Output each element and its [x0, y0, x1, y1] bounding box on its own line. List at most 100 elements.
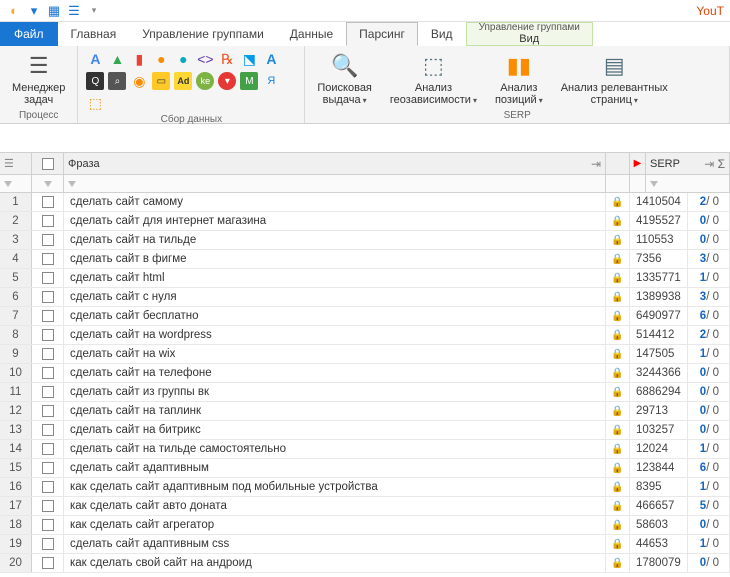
code-icon[interactable]: <>	[196, 50, 214, 68]
lock-header[interactable]	[606, 153, 630, 174]
dot1-icon[interactable]: ●	[152, 50, 170, 68]
table-row[interactable]: 10сделать сайт на телефоне🔒32443660 / 0	[0, 364, 730, 383]
row-checkbox-cell[interactable]	[32, 250, 64, 268]
circ-icon[interactable]: ◉	[130, 72, 148, 90]
table-row[interactable]: 1сделать сайт самому🔒14105042 / 0	[0, 193, 730, 212]
table-row[interactable]: 9сделать сайт на wix🔒1475051 / 0	[0, 345, 730, 364]
table-row[interactable]: 3сделать сайт на тильде🔒1105530 / 0	[0, 231, 730, 250]
row-checkbox[interactable]	[42, 538, 54, 550]
row-checkbox[interactable]	[42, 462, 54, 474]
tab-groups[interactable]: Управление группами	[129, 22, 277, 46]
table-row[interactable]: 12сделать сайт на таплинк🔒297130 / 0	[0, 402, 730, 421]
row-checkbox-cell[interactable]	[32, 326, 64, 344]
row-checkbox[interactable]	[42, 348, 54, 360]
table-icon[interactable]: ☰	[66, 3, 82, 19]
row-checkbox[interactable]	[42, 234, 54, 246]
dot2-icon[interactable]: ●	[174, 50, 192, 68]
table-row[interactable]: 20как сделать свой сайт на андроид🔒17800…	[0, 554, 730, 573]
phrase-cell[interactable]: сделать сайт с нуля	[64, 288, 606, 306]
row-checkbox[interactable]	[42, 310, 54, 322]
table-row[interactable]: 7сделать сайт бесплатно🔒64909776 / 0	[0, 307, 730, 326]
table-row[interactable]: 6сделать сайт с нуля🔒13899383 / 0	[0, 288, 730, 307]
task-manager-button[interactable]: ☰ Менеджер задач	[8, 50, 69, 108]
phrase-cell[interactable]: сделать сайт для интернет магазина	[64, 212, 606, 230]
row-checkbox[interactable]	[42, 481, 54, 493]
phrase-cell[interactable]: сделать сайт html	[64, 269, 606, 287]
table-row[interactable]: 19сделать сайт адаптивным css🔒446531 / 0	[0, 535, 730, 554]
pin-icon-2[interactable]: ⇥ Σ	[704, 157, 725, 171]
row-checkbox[interactable]	[42, 272, 54, 284]
context-tab-groups[interactable]: Управление группами Вид	[466, 22, 593, 46]
phrase-header[interactable]: Фраза ⇥	[64, 153, 606, 174]
google-ads-icon[interactable]: A	[86, 50, 104, 68]
sigma-icon[interactable]: Σ	[718, 157, 725, 171]
dropdown-icon[interactable]: ▾	[86, 3, 102, 19]
row-checkbox-cell[interactable]	[32, 307, 64, 325]
filter-phrase[interactable]	[64, 175, 606, 192]
ad-icon[interactable]: Ad	[174, 72, 192, 90]
row-checkbox-cell[interactable]	[32, 193, 64, 211]
phrase-cell[interactable]: как сделать сайт авто доната	[64, 497, 606, 515]
pin-icon[interactable]: ⇥	[591, 157, 601, 171]
phrase-cell[interactable]: сделать сайт адаптивным	[64, 459, 606, 477]
grid-icon[interactable]: ▦	[46, 3, 62, 19]
phrase-cell[interactable]: сделать сайт на wordpress	[64, 326, 606, 344]
row-checkbox-cell[interactable]	[32, 421, 64, 439]
filter-lock[interactable]	[606, 175, 630, 192]
q-icon[interactable]: Q	[86, 72, 104, 90]
phrase-cell[interactable]: как сделать сайт адаптивным под мобильны…	[64, 478, 606, 496]
chart-icon[interactable]: ⬔	[240, 50, 258, 68]
row-checkbox-cell[interactable]	[32, 459, 64, 477]
filter-yt[interactable]	[630, 175, 646, 192]
table-row[interactable]: 18как сделать сайт агрегатор🔒586030 / 0	[0, 516, 730, 535]
boxes-icon[interactable]: ⬚	[86, 94, 104, 112]
table-row[interactable]: 14сделать сайт на тильде самостоятельно🔒…	[0, 440, 730, 459]
serp-header[interactable]: SERP ⇥ Σ	[646, 153, 730, 174]
phrase-cell[interactable]: как сделать свой сайт на андроид	[64, 554, 606, 572]
youtube-header[interactable]: ▶	[630, 153, 646, 174]
phrase-cell[interactable]: как сделать сайт агрегатор	[64, 516, 606, 534]
mag-icon[interactable]: ⌕	[108, 72, 126, 90]
a2-icon[interactable]: A	[262, 50, 280, 68]
r-icon[interactable]: Я	[262, 72, 280, 90]
phrase-cell[interactable]: сделать сайт на тильде самостоятельно	[64, 440, 606, 458]
row-number-header[interactable]: ☰	[0, 153, 32, 174]
row-checkbox[interactable]	[42, 291, 54, 303]
ke-icon[interactable]: ke	[196, 72, 214, 90]
red-circ-icon[interactable]: ▾	[218, 72, 236, 90]
row-checkbox-cell[interactable]	[32, 345, 64, 363]
phrase-cell[interactable]: сделать сайт адаптивным css	[64, 535, 606, 553]
filter-checkbox[interactable]	[32, 175, 64, 192]
tab-view[interactable]: Вид	[418, 22, 466, 46]
phrase-cell[interactable]: сделать сайт самому	[64, 193, 606, 211]
relevance-analysis-button[interactable]: ▤ Анализ релевантных страниц	[557, 50, 672, 108]
phrase-cell[interactable]: сделать сайт на wix	[64, 345, 606, 363]
tab-main[interactable]: Главная	[58, 22, 130, 46]
google-icon[interactable]: ▲	[108, 50, 126, 68]
row-checkbox[interactable]	[42, 253, 54, 265]
phrase-cell[interactable]: сделать сайт на телефоне	[64, 364, 606, 382]
table-row[interactable]: 17как сделать сайт авто доната🔒4666575 /…	[0, 497, 730, 516]
position-analysis-button[interactable]: ▮▮ Анализ позиций	[491, 50, 547, 108]
row-checkbox[interactable]	[42, 215, 54, 227]
save-icon[interactable]: ▾	[26, 3, 42, 19]
row-checkbox-cell[interactable]	[32, 288, 64, 306]
phrase-cell[interactable]: сделать сайт в фигме	[64, 250, 606, 268]
row-checkbox[interactable]	[42, 424, 54, 436]
row-checkbox-cell[interactable]	[32, 402, 64, 420]
row-checkbox[interactable]	[42, 500, 54, 512]
phrase-cell[interactable]: сделать сайт на битрикс	[64, 421, 606, 439]
row-checkbox-cell[interactable]	[32, 516, 64, 534]
table-row[interactable]: 16как сделать сайт адаптивным под мобиль…	[0, 478, 730, 497]
row-checkbox-cell[interactable]	[32, 497, 64, 515]
row-checkbox-cell[interactable]	[32, 554, 64, 572]
row-checkbox-cell[interactable]	[32, 231, 64, 249]
row-checkbox-cell[interactable]	[32, 478, 64, 496]
row-checkbox[interactable]	[42, 405, 54, 417]
row-checkbox[interactable]	[42, 519, 54, 531]
phrase-cell[interactable]: сделать сайт бесплатно	[64, 307, 606, 325]
tab-parsing[interactable]: Парсинг	[346, 22, 418, 46]
geo-analysis-button[interactable]: ⬚ Анализ геозависимости	[386, 50, 481, 108]
row-checkbox[interactable]	[42, 443, 54, 455]
checkbox-header[interactable]	[32, 153, 64, 174]
